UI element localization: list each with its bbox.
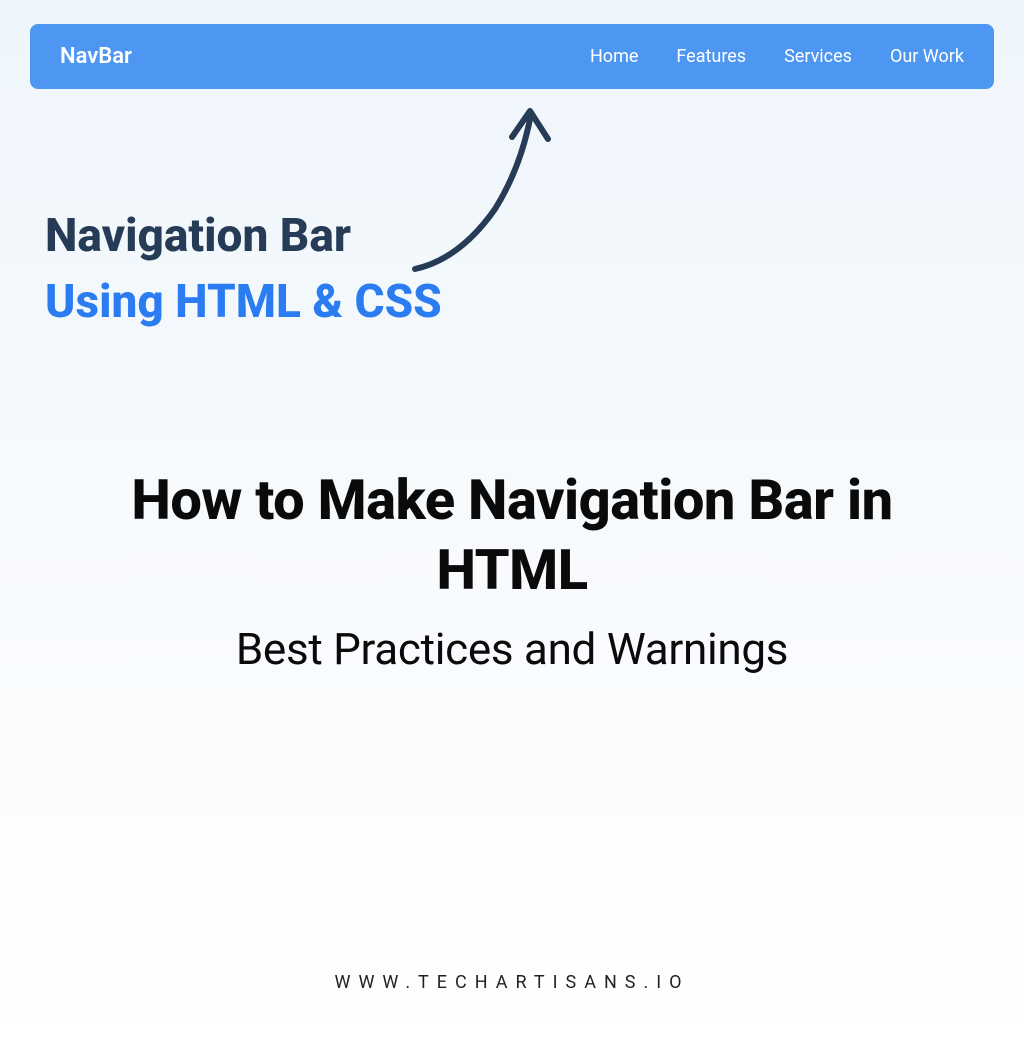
article-title: How to Make Navigation Bar in HTML: [60, 465, 964, 605]
navbar-links: Home Features Services Our Work: [590, 46, 964, 67]
nav-link-home: Home: [590, 46, 638, 67]
navbar-example: NavBar Home Features Services Our Work: [30, 24, 994, 89]
footer-url: WWW.TECHARTISANS.IO: [0, 972, 1024, 993]
nav-link-features: Features: [676, 46, 746, 67]
hero-section: Navigation Bar Using HTML & CSS: [0, 209, 1024, 335]
nav-link-our-work: Our Work: [890, 46, 964, 67]
article-heading-section: How to Make Navigation Bar in HTML Best …: [0, 465, 1024, 675]
article-subtitle: Best Practices and Warnings: [60, 623, 964, 675]
nav-link-services: Services: [784, 46, 852, 67]
arrow-icon: [400, 89, 580, 279]
hero-title-line2: Using HTML & CSS: [45, 270, 1024, 334]
navbar-brand: NavBar: [60, 44, 132, 69]
